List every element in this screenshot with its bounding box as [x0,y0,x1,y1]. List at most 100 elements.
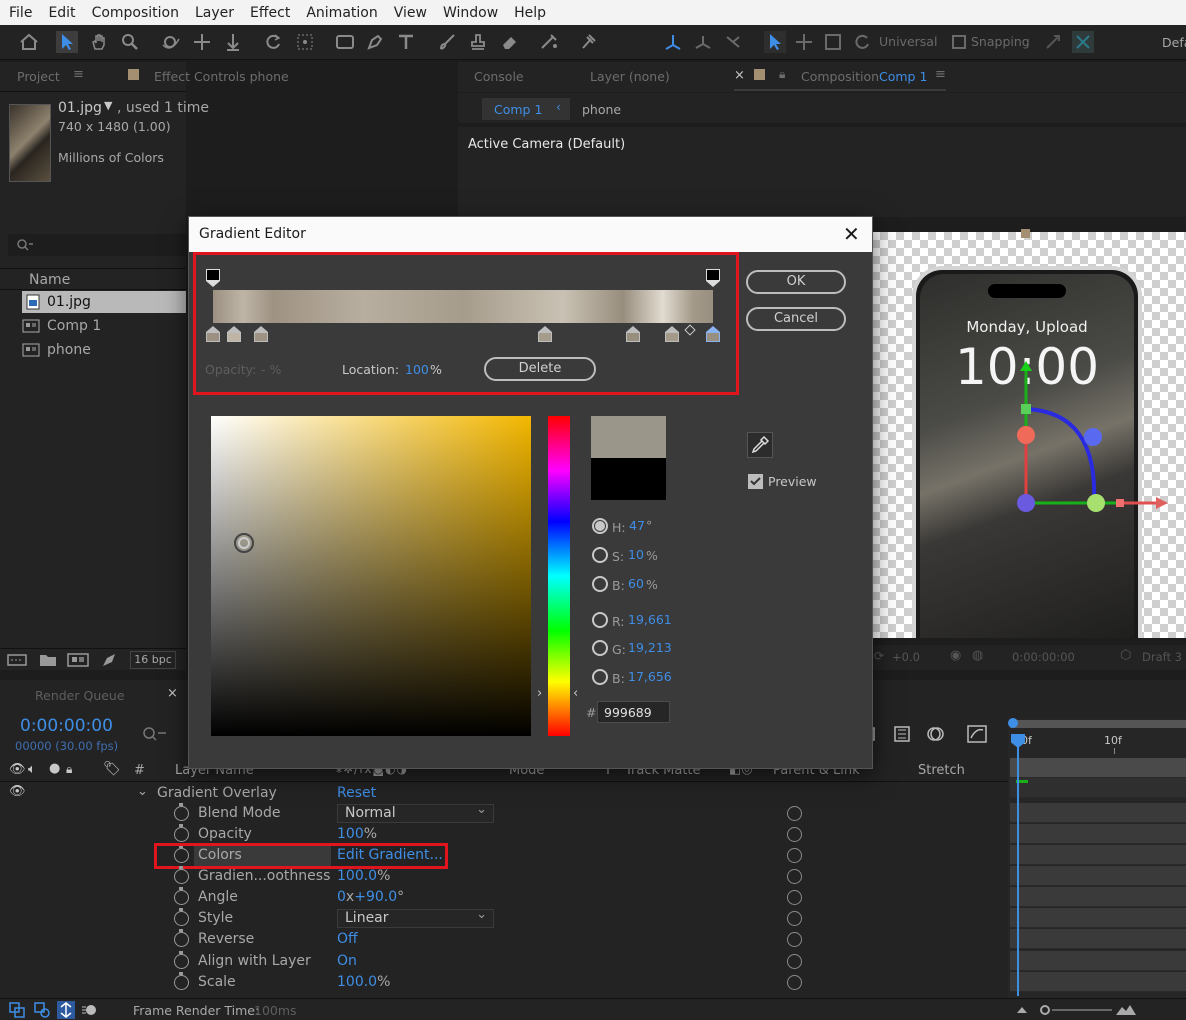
rectangle-tool-icon[interactable] [334,31,356,53]
home-icon[interactable] [18,31,40,53]
tab-composition-name[interactable]: Comp 1 [879,69,927,84]
color-field-cursor[interactable] [234,533,254,553]
snapping-label[interactable]: Snapping [971,34,1030,49]
angle-value[interactable]: 0x+90.0° [337,889,404,905]
search-icon[interactable] [142,726,168,742]
playhead-line[interactable] [1017,746,1019,996]
h-value[interactable]: 47 [629,518,645,533]
ok-button[interactable]: OK [746,270,846,294]
hue-pointer-right[interactable]: ‹ [573,686,578,701]
transform-gizmo[interactable] [998,357,1178,527]
pick-whip-icon[interactable] [787,827,802,842]
anchor-tool-icon[interactable] [294,31,316,53]
color-field[interactable] [211,416,531,736]
cancel-button[interactable]: Cancel [746,307,846,331]
s-value[interactable]: 10 [628,547,644,562]
3d-scale-icon[interactable] [822,31,844,53]
tab-render-queue[interactable]: Render Queue [35,688,125,703]
snapping-checkbox[interactable] [952,35,966,49]
stopwatch-icon[interactable] [174,951,189,969]
pick-whip-icon[interactable] [787,932,802,947]
hex-input[interactable]: 999689 [597,701,670,723]
keyframe-toggle-icon[interactable] [57,1001,75,1019]
blend-mode-dropdown[interactable]: Normal [337,802,494,823]
type-tool-icon[interactable] [396,31,418,53]
track-row[interactable] [1010,929,1186,949]
tab-project[interactable]: Project [17,69,60,84]
solo-icon[interactable]: ● [49,761,60,776]
draft-3d-label[interactable]: Draft 3 [1142,650,1182,664]
renderer-icon[interactable]: ⬡ [1120,648,1131,663]
track-row-layer[interactable] [1010,758,1186,778]
axis-world-icon[interactable] [692,31,714,53]
gradient-overlay-group[interactable]: ⌄ Gradient Overlay Reset [0,783,1008,804]
frame-blending-icon[interactable] [892,724,912,744]
eraser-tool-icon[interactable] [499,31,521,53]
b2-value[interactable]: 17,656 [628,669,672,684]
close-tab-icon[interactable]: × [734,68,745,83]
stopwatch-icon[interactable] [174,908,189,926]
g-value[interactable]: 19,213 [628,640,672,655]
menu-window[interactable]: Window [434,5,505,21]
new-composition-icon[interactable] [67,653,89,667]
axis-view-icon[interactable] [722,31,744,53]
pick-whip-icon[interactable] [787,806,802,821]
lock-icon[interactable]: 🔒︎ [779,67,785,82]
bit-depth-button[interactable]: 16 bpc [130,651,176,669]
menu-file[interactable]: File [0,5,39,21]
label-tag-icon[interactable]: 🏷︎ [103,761,121,777]
eyedropper-button[interactable] [747,432,773,458]
interpret-footage-icon[interactable] [7,653,27,667]
audio-icon[interactable]: 🔈︎ [28,762,36,777]
menu-view[interactable]: View [385,5,434,21]
track-row[interactable] [1010,845,1186,865]
tab-console[interactable]: Console [474,69,524,84]
composition-flowchart-icon[interactable] [9,1002,25,1018]
zoom-in-icon[interactable] [1114,1001,1138,1017]
stopwatch-icon[interactable] [174,866,189,884]
project-search-input[interactable] [8,234,186,256]
style-dropdown[interactable]: Linear [337,907,494,928]
column-name[interactable]: Name [29,272,70,288]
dolly-tool-icon[interactable] [222,31,244,53]
pick-whip-icon[interactable] [787,890,802,905]
menu-composition[interactable]: Composition [83,5,186,21]
project-item-comp1[interactable]: Comp 1 [22,315,186,337]
lock-icon[interactable]: 🔒︎ [66,762,72,777]
exposure-value[interactable]: +0.0 [892,650,920,664]
axis-local-icon[interactable] [662,31,684,53]
radio-hue[interactable] [592,518,608,534]
3d-move-icon[interactable] [793,31,815,53]
zoom-out-icon[interactable] [1015,1003,1029,1017]
radio-green[interactable] [592,640,608,656]
folder-icon[interactable] [39,653,57,667]
menu-edit[interactable]: Edit [39,5,82,21]
eye-icon[interactable]: 👁︎ [9,762,26,777]
stopwatch-icon[interactable] [174,972,189,990]
pen-icon[interactable] [101,652,119,668]
zoom-slider-track[interactable] [1052,1009,1112,1011]
snap-grid-icon[interactable] [1072,31,1094,53]
hue-slider[interactable] [548,416,570,736]
menu-animation[interactable]: Animation [297,5,384,21]
3d-rotate-icon[interactable] [851,31,873,53]
track-row[interactable] [1010,972,1186,992]
panel-menu-icon[interactable]: ≡ [73,67,84,82]
track-row[interactable] [1010,803,1186,823]
stopwatch-icon[interactable] [174,803,189,821]
close-tab-icon[interactable]: × [167,686,178,701]
radio-brightness[interactable] [592,576,608,592]
panel-menu-icon[interactable]: ≡ [935,67,946,82]
3d-selection-icon[interactable] [764,31,786,53]
column-stretch[interactable]: Stretch [918,763,965,778]
pick-whip-icon[interactable] [787,848,802,863]
menu-layer[interactable]: Layer [186,5,241,21]
track-row-group[interactable] [1010,778,1186,798]
stopwatch-icon[interactable] [174,887,189,905]
layer-flowchart-icon[interactable] [34,1002,50,1018]
motion-blur-icon[interactable] [81,1002,99,1018]
viewer-timecode[interactable]: 0:00:00:00 [1012,650,1075,664]
old-color-swatch[interactable] [591,458,666,500]
tab-effect-controls[interactable]: Effect Controls phone [154,69,289,84]
opacity-value[interactable]: 100% [337,826,377,842]
